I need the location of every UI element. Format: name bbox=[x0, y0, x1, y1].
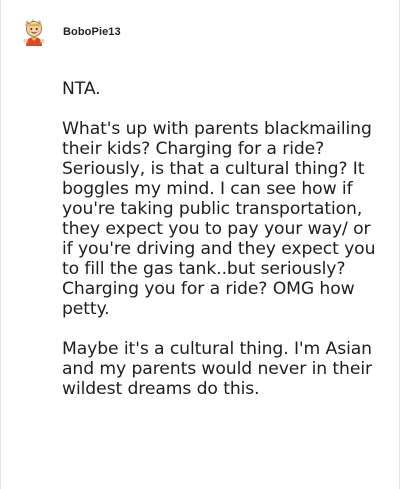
username[interactable]: BoboPie13 bbox=[63, 26, 121, 38]
comment-header: BoboPie13 bbox=[21, 14, 121, 50]
comment-paragraph: NTA. bbox=[62, 79, 101, 99]
page: BoboPie13 NTA. What's up with parents bl… bbox=[0, 0, 400, 489]
comment-card: BoboPie13 NTA. What's up with parents bl… bbox=[0, 0, 400, 489]
cartoon-avatar-icon[interactable] bbox=[21, 17, 47, 47]
comment-body: NTA. What's up with parents blackmailing… bbox=[62, 79, 382, 399]
comment-paragraph: What's up with parents blackmailing thei… bbox=[62, 119, 376, 319]
comment-paragraph: Maybe it's a cultural thing. I'm Asian a… bbox=[62, 339, 372, 399]
